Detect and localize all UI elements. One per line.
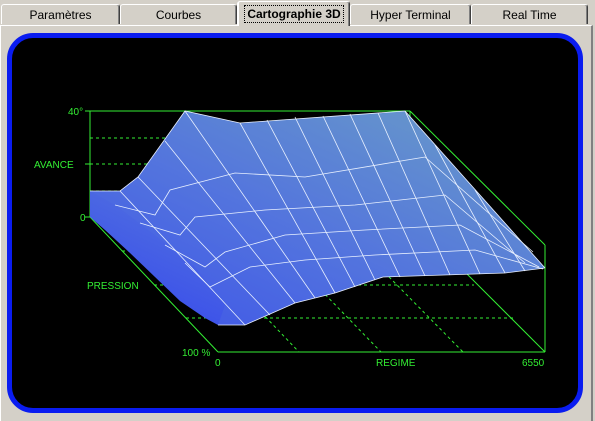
surface-plot: 40° AVANCE 0 PRESSION 100 % 0 REGIME 655… (34, 107, 546, 369)
tab-cartographie-3d[interactable]: Cartographie 3D (237, 1, 350, 26)
x-axis-label: REGIME (376, 358, 416, 369)
z-zero-label: 0 (80, 213, 86, 224)
z-axis-label: AVANCE (34, 160, 74, 171)
x-min-label: 0 (215, 358, 221, 369)
x-max-label: 6550 (522, 358, 545, 369)
tab-parametres[interactable]: Paramètres (1, 4, 120, 24)
axis-ticks (85, 110, 90, 218)
tab-real-time[interactable]: Real Time (471, 4, 588, 24)
tab-courbes[interactable]: Courbes (120, 4, 237, 24)
surface-mesh (90, 110, 546, 326)
y-axis-label: PRESSION (87, 281, 139, 292)
tab-hyper-terminal[interactable]: Hyper Terminal (350, 4, 471, 24)
cartography-3d-view: 40° AVANCE 0 PRESSION 100 % 0 REGIME 655… (7, 33, 583, 413)
y-max-label: 100 % (182, 348, 210, 359)
tab-bar: Paramètres Courbes Cartographie 3D Hyper… (0, 0, 595, 26)
z-max-label: 40° (68, 107, 83, 118)
